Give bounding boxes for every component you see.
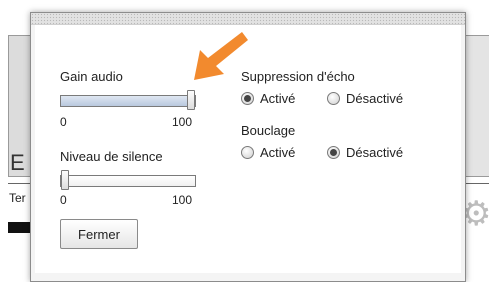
echo-off-label: Désactivé (346, 91, 404, 106)
loopback-on-radio[interactable]: Activé (241, 145, 295, 160)
gain-audio-max-label: 100 (172, 115, 193, 129)
silence-level-slider[interactable] (60, 170, 196, 190)
radio-button-icon (327, 92, 340, 105)
background-text: E (10, 150, 25, 175)
gain-audio-slider[interactable] (60, 90, 196, 110)
radio-button-icon (327, 146, 340, 159)
background-right-panel (462, 35, 489, 177)
loopback-off-radio[interactable]: Désactivé (327, 145, 403, 160)
gain-audio-label: Gain audio (60, 69, 123, 84)
echo-off-radio[interactable]: Désactivé (327, 91, 403, 106)
dialog-titlebar[interactable] (31, 13, 465, 25)
radio-button-icon (241, 146, 254, 159)
gain-audio-min-label: 0 (60, 115, 67, 129)
background-label: Ter (9, 191, 26, 205)
silence-level-min-label: 0 (60, 193, 67, 207)
silence-level-max-label: 100 (172, 193, 193, 207)
gain-audio-slider-fill (61, 96, 191, 106)
loopback-label: Bouclage (241, 123, 296, 138)
echo-on-label: Activé (260, 91, 296, 106)
close-button[interactable]: Fermer (60, 219, 138, 249)
silence-level-slider-thumb[interactable] (61, 170, 69, 190)
annotation-arrow-icon (194, 32, 248, 80)
echo-on-radio[interactable]: Activé (241, 91, 295, 106)
gain-audio-slider-thumb[interactable] (187, 90, 195, 110)
silence-level-label: Niveau de silence (60, 149, 163, 164)
radio-button-icon (241, 92, 254, 105)
loopback-off-label: Désactivé (346, 145, 404, 160)
loopback-on-label: Activé (260, 145, 296, 160)
echo-suppression-label: Suppression d'écho (241, 69, 355, 84)
